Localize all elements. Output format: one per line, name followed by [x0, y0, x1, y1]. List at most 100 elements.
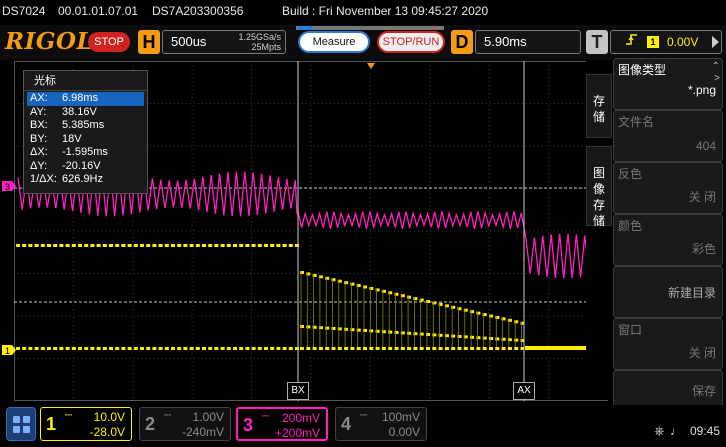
cursor-key: BX: — [30, 119, 48, 131]
sample-rate-info: 1.25GSa/s 25Mpts — [238, 32, 281, 52]
cursor-row-dx: ΔX: -1.595ms — [24, 146, 147, 160]
trigger-badge[interactable]: T — [586, 30, 608, 54]
cursor-key: ΔX: — [30, 146, 48, 158]
image-save-menu: 图像类型 ⌃ > *.png 文件名 404 反色 关 闭 颜色 彩色 新建目录… — [612, 58, 726, 410]
channel-4-box[interactable]: 4 ⎓ 100mV 0.00V — [335, 407, 427, 441]
side-tabs: 存储 图像存储 — [586, 60, 612, 400]
scope-header: RIGOL STOP H 500us 1.25GSa/s 25Mpts Meas… — [0, 25, 726, 60]
timebase-value: 500us — [171, 34, 207, 49]
cursor-readout-panel[interactable]: 光标 AX: 6.98ms AY: 38.16V BX: 5.385ms BY: 18V… — [23, 70, 148, 194]
serial-number: DS7A203300356 — [152, 4, 244, 18]
trigger-level: 0.00V — [667, 35, 699, 49]
cursor-b-label[interactable]: BX — [287, 382, 309, 400]
device-model: DS7024 — [2, 4, 46, 18]
app-grid-icon[interactable] — [6, 407, 36, 441]
menu-window-label: 窗口 — [618, 323, 643, 337]
channel-3-number: 3 — [242, 415, 253, 435]
channel-2-offset: -240mV — [181, 425, 224, 439]
menu-color-value: 彩色 — [691, 242, 716, 256]
cursor-row-by[interactable]: BY: 18V — [24, 133, 147, 147]
channel-3-offset: +200mV — [274, 426, 320, 440]
timebase-field[interactable]: 500us 1.25GSa/s 25Mpts — [162, 30, 286, 54]
cursor-a-label[interactable]: AX — [513, 382, 535, 400]
channel-3-box[interactable]: 3 ⎓ 200mV +200mV — [236, 407, 328, 441]
rising-edge-icon — [625, 31, 639, 54]
channel-1-box[interactable]: 1 ⎓ 10.0V -28.0V — [40, 407, 132, 441]
cursor-row-dy: ΔY: -20.16V — [24, 160, 147, 174]
memory-depth: 25Mpts — [251, 42, 281, 52]
tab-image-storage-label: 图像存储 — [592, 166, 605, 228]
channel-3-scale: 200mV — [281, 411, 320, 425]
cursor-row-ax[interactable]: AX: 6.98ms — [27, 92, 144, 106]
channel-1-number: 1 — [45, 414, 56, 434]
menu-file-name-value: 404 — [695, 139, 716, 153]
menu-color-label: 颜色 — [618, 219, 643, 233]
cursor-value: 38.16V — [62, 105, 97, 118]
memory-overview-bar — [296, 26, 444, 30]
menu-save[interactable]: 保存 — [613, 370, 723, 410]
svg-text:3: 3 — [5, 182, 10, 192]
trigger-source: 1 — [647, 36, 659, 48]
menu-window[interactable]: 窗口 关 闭 — [613, 318, 723, 370]
menu-invert-value: 关 闭 — [688, 190, 716, 204]
cursor-row-inv-dx: 1/ΔX: 626.9Hz — [24, 173, 147, 187]
sample-rate: 1.25GSa/s — [238, 32, 281, 42]
menu-new-folder[interactable]: 新建目录 — [613, 266, 723, 318]
run-state-badge[interactable]: STOP — [88, 32, 130, 52]
cursor-value: 5.385ms — [62, 119, 105, 131]
dc-coupling-icon: ⎓ — [262, 411, 270, 421]
level-markers: 3 1 — [2, 181, 16, 356]
svg-text:1: 1 — [5, 346, 10, 356]
ch3-offset-marker[interactable]: 3 — [2, 181, 16, 192]
cursor-key: ΔY: — [30, 159, 48, 172]
cursor-value: 18V — [62, 132, 82, 145]
delay-badge[interactable]: D — [451, 30, 473, 54]
menu-image-type[interactable]: 图像类型 ⌃ > *.png — [613, 58, 723, 110]
cursor-row-ay[interactable]: AY: 38.16V — [24, 106, 147, 120]
cursor-row-bx[interactable]: BX: 5.385ms — [24, 119, 147, 133]
build-info: Build : Fri November 13 09:45:27 2020 — [282, 4, 489, 18]
device-info-bar: DS7024 00.01.01.07.01 DS7A203300356 Buil… — [0, 0, 726, 24]
chevron-up-icon: ⌃ — [711, 61, 720, 72]
cursor-value: 6.98ms — [62, 92, 99, 104]
menu-invert-label: 反色 — [618, 167, 643, 181]
trigger-field[interactable]: 1 0.00V — [610, 30, 722, 54]
delay-field[interactable]: 5.90ms — [475, 30, 581, 54]
dc-coupling-icon: ⎓ — [360, 410, 368, 420]
cursor-value: -1.595ms — [62, 146, 108, 158]
cursor-key: BY: — [30, 132, 48, 145]
menu-color[interactable]: 颜色 彩色 — [613, 214, 723, 266]
horizontal-badge[interactable]: H — [138, 30, 160, 54]
firmware-version: 00.01.01.07.01 — [58, 4, 139, 18]
tab-image-storage[interactable]: 图像存储 — [586, 146, 612, 228]
menu-image-type-label: 图像类型 — [618, 63, 667, 77]
dc-coupling-icon: ⎓ — [164, 410, 172, 420]
clock: 09:45 — [690, 424, 721, 438]
stop-run-button[interactable]: STOP/RUN — [377, 31, 445, 53]
cursor-key: AY: — [30, 105, 47, 118]
menu-save-label: 保存 — [691, 384, 716, 398]
cursor-value: 626.9Hz — [62, 173, 103, 185]
menu-image-type-value: *.png — [687, 83, 716, 97]
measure-button[interactable]: Measure — [298, 31, 370, 53]
delay-value: 5.90ms — [484, 34, 527, 49]
ch1-offset-marker[interactable]: 1 — [2, 345, 16, 356]
tab-storage[interactable]: 存储 — [586, 74, 612, 138]
tab-storage-label: 存储 — [592, 94, 605, 124]
menu-file-name-label: 文件名 — [618, 115, 655, 129]
menu-new-folder-label: 新建目录 — [667, 286, 716, 300]
channel-2-box[interactable]: 2 ⎓ 1.00V -240mV — [139, 407, 231, 441]
cursor-key: 1/ΔX: — [30, 173, 57, 185]
rigol-logo: RIGOL — [5, 28, 94, 55]
menu-invert[interactable]: 反色 关 闭 — [613, 162, 723, 214]
menu-file-name[interactable]: 文件名 404 — [613, 110, 723, 162]
menu-window-value: 关 闭 — [688, 346, 716, 360]
cursor-value: -20.16V — [62, 159, 101, 172]
chevron-right-icon — [712, 36, 719, 48]
cursor-key: AX: — [30, 92, 48, 104]
speaker-icon[interactable]: ♩ — [670, 423, 683, 438]
channel-2-number: 2 — [144, 414, 155, 434]
channel-1-offset: -28.0V — [89, 425, 125, 439]
dc-coupling-icon: ⎓ — [65, 410, 73, 420]
channel-1-scale: 10.0V — [93, 410, 125, 424]
